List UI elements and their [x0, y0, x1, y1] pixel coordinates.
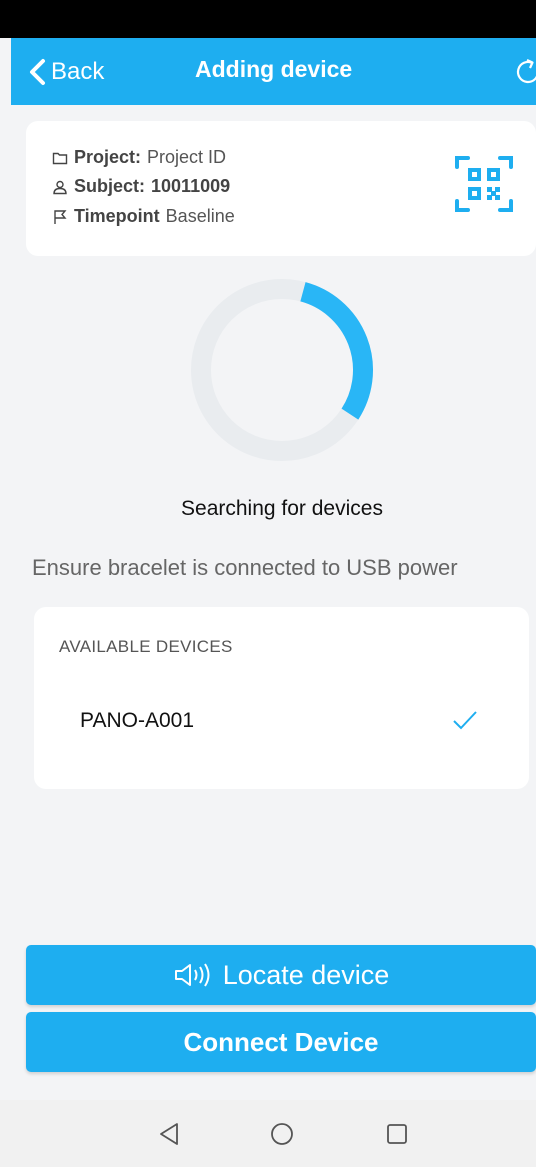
back-button[interactable]: Back: [27, 52, 104, 92]
timepoint-label: Timepoint: [74, 206, 160, 226]
chevron-left-icon: [30, 59, 45, 85]
checkmark-icon: [453, 711, 477, 730]
connect-device-label: Connect Device: [183, 1026, 379, 1057]
locate-device-label: Locate device: [222, 959, 390, 990]
device-list-item[interactable]: PANO-A001: [34, 695, 529, 745]
back-label: Back: [51, 58, 105, 85]
navigation-bar: Back Adding device: [11, 38, 536, 105]
nav-back-icon[interactable]: [155, 1120, 183, 1148]
search-status: Searching for devices: [181, 497, 383, 520]
subject-label: Subject:: [74, 176, 146, 196]
system-navigation-bar: [0, 1100, 536, 1167]
usb-power-hint: Ensure bracelet is connected to USB powe…: [32, 555, 458, 580]
flag-icon: [54, 209, 67, 224]
user-icon: [53, 180, 67, 194]
status-bar: [0, 0, 536, 38]
loading-spinner: [191, 279, 373, 461]
devices-section-header: AVAILABLE DEVICES: [59, 637, 233, 656]
qr-scan-icon[interactable]: [454, 153, 514, 215]
nav-home-icon[interactable]: [268, 1120, 296, 1148]
timepoint-value: Baseline: [165, 206, 235, 226]
available-devices-card: AVAILABLE DEVICES PANO-A001: [34, 607, 529, 789]
folder-icon: [52, 152, 68, 164]
locate-device-button[interactable]: Locate device: [26, 945, 536, 1005]
connect-device-button[interactable]: Connect Device: [26, 1012, 536, 1072]
project-row: Project: Project ID: [52, 147, 226, 168]
project-label: Project:: [74, 147, 142, 167]
project-value: Project ID: [147, 147, 227, 167]
device-name: PANO-A001: [80, 709, 194, 732]
refresh-icon[interactable]: [512, 56, 536, 88]
timepoint-row: Timepoint Baseline: [52, 206, 235, 227]
nav-recents-icon[interactable]: [383, 1120, 411, 1148]
speaker-icon: [174, 963, 210, 987]
page-title: Adding device: [195, 56, 353, 82]
subject-row: Subject: 10011009: [52, 176, 230, 197]
subject-value: 10011009: [151, 176, 231, 196]
session-info-card: Project: Project ID Subject: 10011009 Ti…: [26, 121, 536, 256]
